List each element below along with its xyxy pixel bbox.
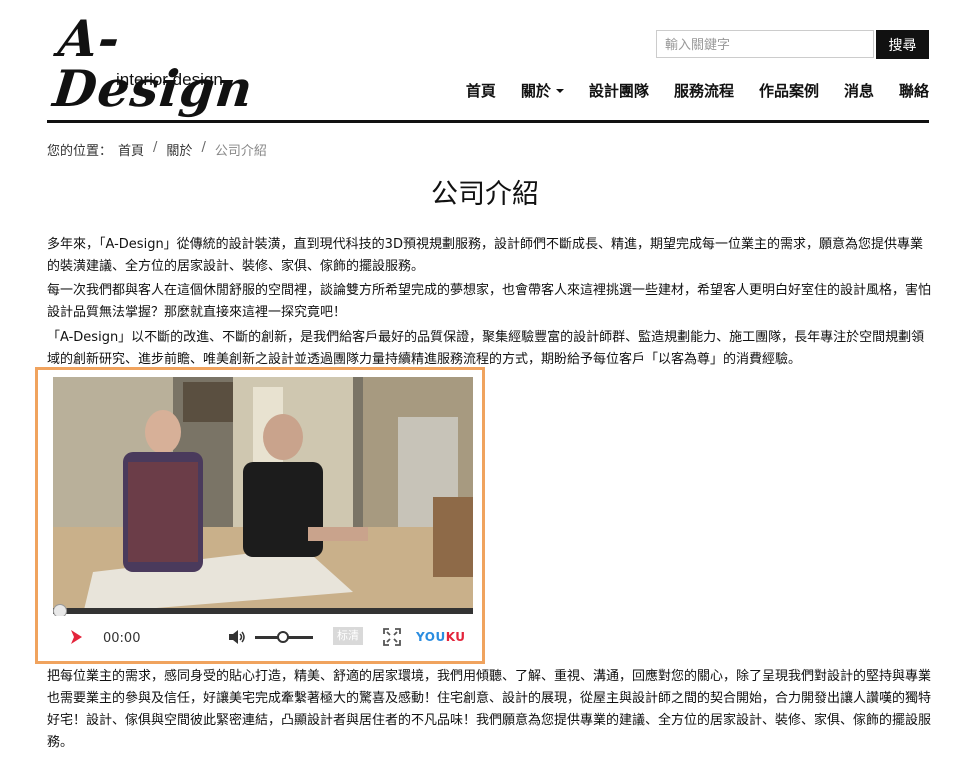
nav-item-label: 服務流程 [673, 82, 734, 100]
volume-icon[interactable] [228, 629, 246, 645]
nav-item-label: 聯絡 [898, 82, 929, 100]
caret-down-icon [555, 88, 564, 93]
closing-paragraph: 把每位業主的需求，感同身受的貼心打造，精美、舒適的居家環境，我們用傾聽、了解、重… [47, 669, 932, 750]
logo-subtitle: interior design [116, 70, 223, 89]
youku-logo-ku: KU [445, 630, 466, 644]
video-screen[interactable] [53, 377, 473, 614]
search-button[interactable]: 搜尋 [876, 30, 929, 59]
search-input[interactable] [656, 30, 874, 58]
nav-item-home[interactable]: 首頁 [466, 80, 496, 101]
breadcrumb-separator: / [153, 140, 158, 155]
nav-item-design-team[interactable]: 設計團隊 [589, 80, 649, 101]
play-icon[interactable] [69, 629, 83, 645]
video-controls: 00:00 标清 YOUKU [53, 616, 473, 656]
breadcrumb-home-link[interactable]: 首頁 [118, 140, 144, 159]
page-title: 公司介紹 [431, 179, 539, 210]
video-progress-bar[interactable] [53, 608, 473, 614]
youku-logo-you: YOU [416, 630, 446, 644]
breadcrumb-about-link[interactable]: 關於 [166, 140, 192, 159]
site-logo[interactable]: A-Design interior design [50, 9, 306, 118]
intro-paragraph-2: 每一次我們都與客人在這個休閒舒服的空間裡，談論雙方所希望完成的夢想家，也會帶客人… [47, 283, 932, 320]
intro-paragraph-1: 多年來，「A-Design」從傳統的設計裝潢，直到現代科技的3D預視規劃服務，設… [47, 237, 923, 274]
nav-item-label: 首頁 [465, 82, 496, 100]
header-divider [47, 120, 929, 123]
youku-logo[interactable]: YOUKU [416, 630, 466, 644]
nav-item-portfolio[interactable]: 作品案例 [759, 80, 819, 101]
main-nav: 首頁 關於 設計團隊 服務流程 作品案例 消息 聯絡 [441, 80, 929, 101]
quality-button[interactable]: 标清 [333, 627, 363, 645]
logo-title: A-Design [50, 9, 257, 118]
nav-item-label: 消息 [843, 82, 874, 100]
nav-item-news[interactable]: 消息 [844, 80, 874, 101]
breadcrumb: 您的位置： 首頁 / 關於 / 公司介紹 [47, 140, 267, 159]
video-time: 00:00 [103, 631, 141, 646]
nav-item-label: 關於 [520, 82, 551, 100]
intro-paragraph-3: 「A-Design」以不斷的改進、不斷的創新，是我們給客戶最好的品質保證，聚集經… [47, 330, 925, 367]
nav-item-about[interactable]: 關於 [521, 80, 564, 101]
nav-item-label: 作品案例 [758, 82, 819, 100]
video-player: 00:00 标清 YOUKU [35, 367, 485, 664]
nav-item-service-process[interactable]: 服務流程 [674, 80, 734, 101]
fullscreen-icon[interactable] [383, 628, 401, 646]
nav-item-contact[interactable]: 聯絡 [899, 80, 929, 101]
nav-item-label: 設計團隊 [588, 82, 649, 100]
breadcrumb-separator: / [201, 140, 206, 155]
breadcrumb-current: 公司介紹 [214, 144, 267, 159]
breadcrumb-prefix: 您的位置： [47, 144, 113, 159]
volume-slider-knob[interactable] [277, 631, 289, 643]
video-frame-image [53, 377, 473, 614]
